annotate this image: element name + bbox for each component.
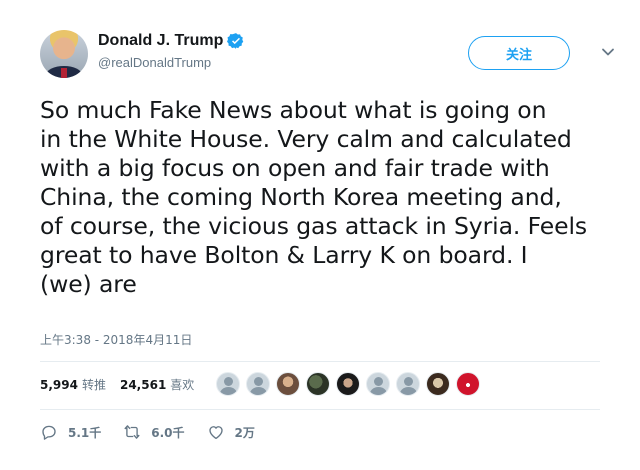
retweet-label[interactable]: 转推 (82, 376, 106, 393)
liker-avatar[interactable] (306, 372, 330, 396)
liker-avatar[interactable] (456, 372, 480, 396)
tweet-card: Donald J. Trump @realDonaldTrump 关注 So m… (0, 0, 640, 470)
like-action-count: 2万 (234, 425, 255, 440)
author-display-name[interactable]: Donald J. Trump (98, 32, 245, 50)
liker-avatar[interactable] (246, 372, 270, 396)
liker-avatar[interactable] (396, 372, 420, 396)
retweet-action[interactable]: 6.0千 (123, 423, 185, 441)
liker-avatar[interactable] (216, 372, 240, 396)
tweet-actions: 5.1千 6.0千 2万 (40, 423, 277, 441)
tweet-stats: 5,994 转推 24,561 喜欢 (40, 376, 208, 393)
tweet-header: Donald J. Trump @realDonaldTrump 关注 (40, 28, 618, 84)
reply-count: 5.1千 (68, 425, 102, 440)
verified-badge-icon (227, 33, 244, 49)
liker-avatar[interactable] (366, 372, 390, 396)
like-action[interactable]: 2万 (207, 423, 255, 441)
like-count[interactable]: 24,561 (120, 378, 166, 392)
reply-action[interactable]: 5.1千 (40, 423, 101, 441)
tweet-timestamp[interactable]: 上午3:38 - 2018年4月11日 (40, 331, 192, 348)
tweet-text: So much Fake News about what is going on… (40, 96, 588, 298)
author-display-name-text: Donald J. Trump (98, 32, 224, 49)
like-label[interactable]: 喜欢 (170, 376, 194, 393)
retweet-count[interactable]: 5,994 (40, 378, 78, 392)
chevron-down-icon[interactable] (600, 44, 616, 60)
divider (40, 361, 600, 362)
liker-avatars (216, 372, 480, 396)
liker-avatar[interactable] (426, 372, 450, 396)
heart-icon[interactable] (207, 423, 225, 441)
liker-avatar[interactable] (276, 372, 300, 396)
divider (40, 409, 600, 410)
follow-button[interactable]: 关注 (468, 36, 570, 70)
liker-avatar[interactable] (336, 372, 360, 396)
retweet-action-count: 6.0千 (151, 425, 185, 440)
author-avatar[interactable] (40, 30, 88, 78)
author-name-block[interactable]: Donald J. Trump @realDonaldTrump (98, 32, 245, 70)
retweet-icon[interactable] (123, 423, 141, 441)
avatar-tie-shape (61, 68, 67, 78)
author-handle[interactable]: @realDonaldTrump (98, 55, 245, 70)
reply-icon[interactable] (40, 423, 58, 441)
